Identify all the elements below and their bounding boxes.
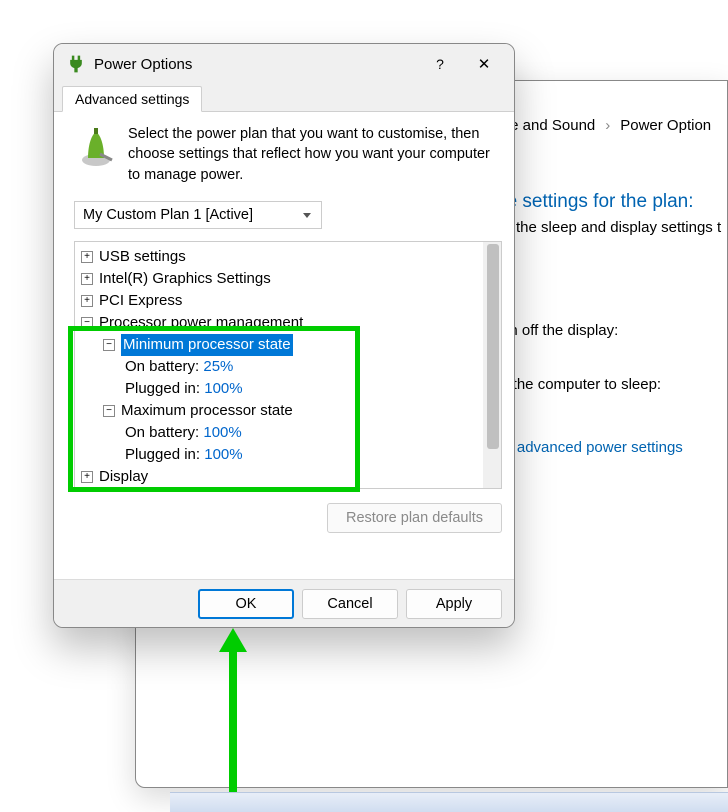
breadcrumb-current[interactable]: Power Option	[620, 117, 711, 134]
expand-icon[interactable]: +	[81, 273, 93, 285]
tree-item-min-plugged-in[interactable]: Plugged in: 100%	[81, 378, 479, 400]
power-options-dialog: Power Options ? ✕ Advanced settings Sele…	[53, 43, 515, 628]
collapse-icon[interactable]: −	[103, 405, 115, 417]
setting-row-sleep: ut the computer to sleep: 45 m	[496, 376, 661, 393]
cancel-button[interactable]: Cancel	[302, 589, 398, 619]
scrollbar-thumb[interactable]	[487, 244, 499, 449]
power-plug-icon	[66, 54, 86, 74]
page-heading: ge settings for the plan:	[496, 191, 694, 213]
help-button[interactable]: ?	[418, 44, 462, 84]
collapse-icon[interactable]: −	[103, 339, 115, 351]
taskbar	[170, 792, 728, 812]
tree-item-max-on-battery[interactable]: On battery: 100%	[81, 422, 479, 444]
intro-text: Select the power plan that you want to c…	[128, 124, 502, 185]
annotation-arrow-shaft	[229, 650, 237, 795]
close-button[interactable]: ✕	[462, 44, 506, 84]
tree-item-multimedia[interactable]: +Multimedia settings	[81, 488, 479, 489]
intro-section: Select the power plan that you want to c…	[74, 124, 502, 185]
advanced-settings-link[interactable]: ge advanced power settings	[496, 439, 683, 456]
expand-icon[interactable]: +	[81, 295, 93, 307]
tree-item-max-plugged-in[interactable]: Plugged in: 100%	[81, 444, 479, 466]
power-plan-select[interactable]: My Custom Plan 1 [Active]	[74, 201, 322, 229]
apply-button[interactable]: Apply	[406, 589, 502, 619]
tree-item-pci-express[interactable]: +PCI Express	[81, 290, 479, 312]
tree-item-processor-power[interactable]: −Processor power management	[81, 312, 479, 334]
expand-icon[interactable]: +	[81, 471, 93, 483]
tree-item-max-processor-state[interactable]: −Maximum processor state	[81, 400, 479, 422]
expand-icon[interactable]: +	[81, 251, 93, 263]
tree-item-min-on-battery[interactable]: On battery: 25%	[81, 356, 479, 378]
battery-icon	[74, 124, 118, 168]
power-plan-selected: My Custom Plan 1 [Active]	[83, 207, 253, 223]
page-subheading: se the sleep and display settings t	[496, 219, 721, 236]
value-link: 25%	[203, 356, 233, 378]
setting-label: ut the computer to sleep:	[496, 376, 661, 393]
value-link: 100%	[204, 444, 242, 466]
tree-item-display[interactable]: +Display	[81, 466, 479, 488]
ok-button[interactable]: OK	[198, 589, 294, 619]
tree-item-intel-graphics[interactable]: +Intel(R) Graphics Settings	[81, 268, 479, 290]
restore-defaults-button[interactable]: Restore plan defaults	[327, 503, 502, 533]
settings-tree: +USB settings +Intel(R) Graphics Setting…	[74, 241, 502, 489]
chevron-right-icon: ›	[605, 117, 610, 134]
annotation-arrow-head	[219, 628, 247, 652]
collapse-icon[interactable]: −	[81, 317, 93, 329]
scrollbar[interactable]	[483, 242, 501, 488]
tab-advanced-settings[interactable]: Advanced settings	[62, 86, 202, 112]
dialog-body: Select the power plan that you want to c…	[54, 112, 514, 579]
value-link: 100%	[203, 422, 241, 444]
dialog-button-bar: OK Cancel Apply	[54, 579, 514, 627]
breadcrumb: ware and Sound › Power Option	[486, 117, 711, 134]
titlebar: Power Options ? ✕	[54, 44, 514, 84]
dialog-title: Power Options	[94, 56, 418, 73]
tree-item-min-processor-state[interactable]: −Minimum processor state	[81, 334, 479, 356]
value-link: 100%	[204, 378, 242, 400]
tree-item-usb[interactable]: +USB settings	[81, 246, 479, 268]
tab-strip: Advanced settings	[54, 84, 514, 112]
